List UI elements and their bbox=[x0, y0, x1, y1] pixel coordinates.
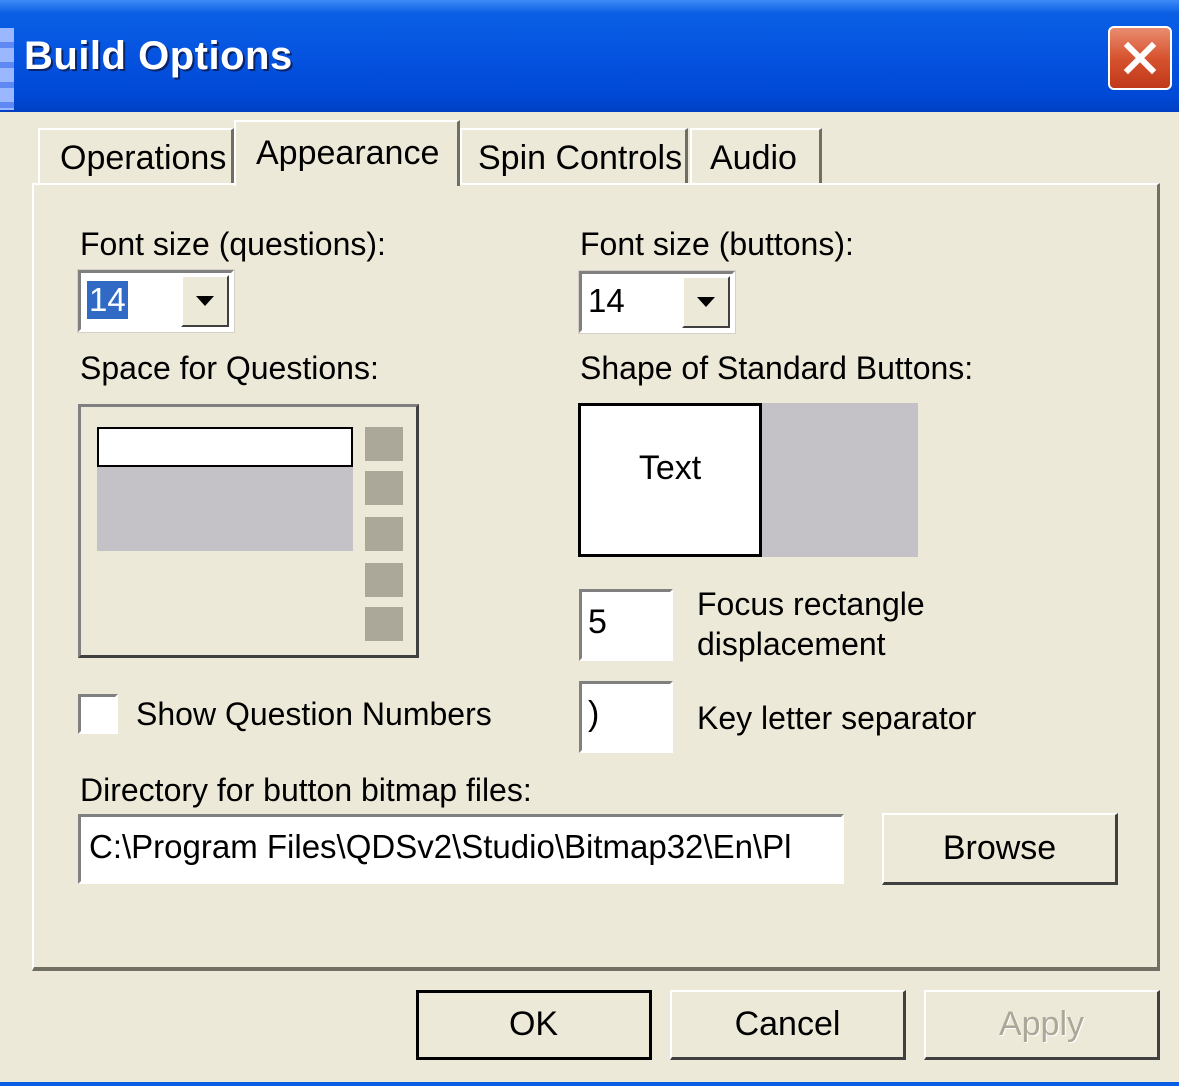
apply-button[interactable]: Apply bbox=[924, 990, 1160, 1060]
button-shape-preview: Text bbox=[578, 403, 918, 557]
ok-button[interactable]: OK bbox=[416, 990, 652, 1060]
font-size-buttons-combo[interactable]: 14 bbox=[578, 270, 736, 334]
preview-button-square bbox=[365, 563, 403, 597]
font-size-buttons-dropdown-button[interactable] bbox=[682, 276, 730, 328]
font-size-buttons-value: 14 bbox=[588, 282, 625, 319]
focus-rect-label-line2: displacement bbox=[697, 626, 886, 662]
font-size-buttons-label: Font size (buttons): bbox=[580, 226, 854, 262]
preview-button-square bbox=[365, 471, 403, 505]
show-question-numbers-label[interactable]: Show Question Numbers bbox=[136, 696, 492, 733]
preview-button-square bbox=[365, 427, 403, 461]
preview-button-square bbox=[365, 607, 403, 641]
key-separator-input[interactable]: ) bbox=[579, 681, 673, 753]
directory-label: Directory for button bitmap files: bbox=[80, 772, 532, 808]
question-space-box bbox=[97, 427, 353, 467]
font-size-questions-label: Font size (questions): bbox=[80, 226, 386, 262]
font-size-questions-value: 14 bbox=[87, 281, 128, 319]
font-size-questions-combo[interactable]: 14 bbox=[77, 269, 235, 333]
browse-button[interactable]: Browse bbox=[882, 813, 1118, 885]
question-space-area bbox=[97, 467, 353, 551]
cancel-button[interactable]: Cancel bbox=[670, 990, 906, 1060]
font-size-questions-dropdown-button[interactable] bbox=[181, 275, 229, 327]
preview-button-square bbox=[365, 517, 403, 551]
space-for-questions-label: Space for Questions: bbox=[80, 350, 379, 386]
focus-rect-label-line1: Focus rectangle bbox=[697, 586, 925, 622]
button-shape-sample: Text bbox=[578, 403, 762, 557]
key-separator-label: Key letter separator bbox=[697, 700, 977, 736]
shape-buttons-label: Shape of Standard Buttons: bbox=[580, 350, 974, 386]
space-for-questions-preview bbox=[78, 404, 419, 658]
chevron-down-icon bbox=[697, 297, 715, 307]
show-question-numbers-checkbox[interactable] bbox=[78, 694, 118, 734]
chevron-down-icon bbox=[196, 296, 214, 306]
focus-rect-input[interactable]: 5 bbox=[579, 589, 673, 661]
directory-input[interactable]: C:\Program Files\QDSv2\Studio\Bitmap32\E… bbox=[78, 814, 844, 884]
